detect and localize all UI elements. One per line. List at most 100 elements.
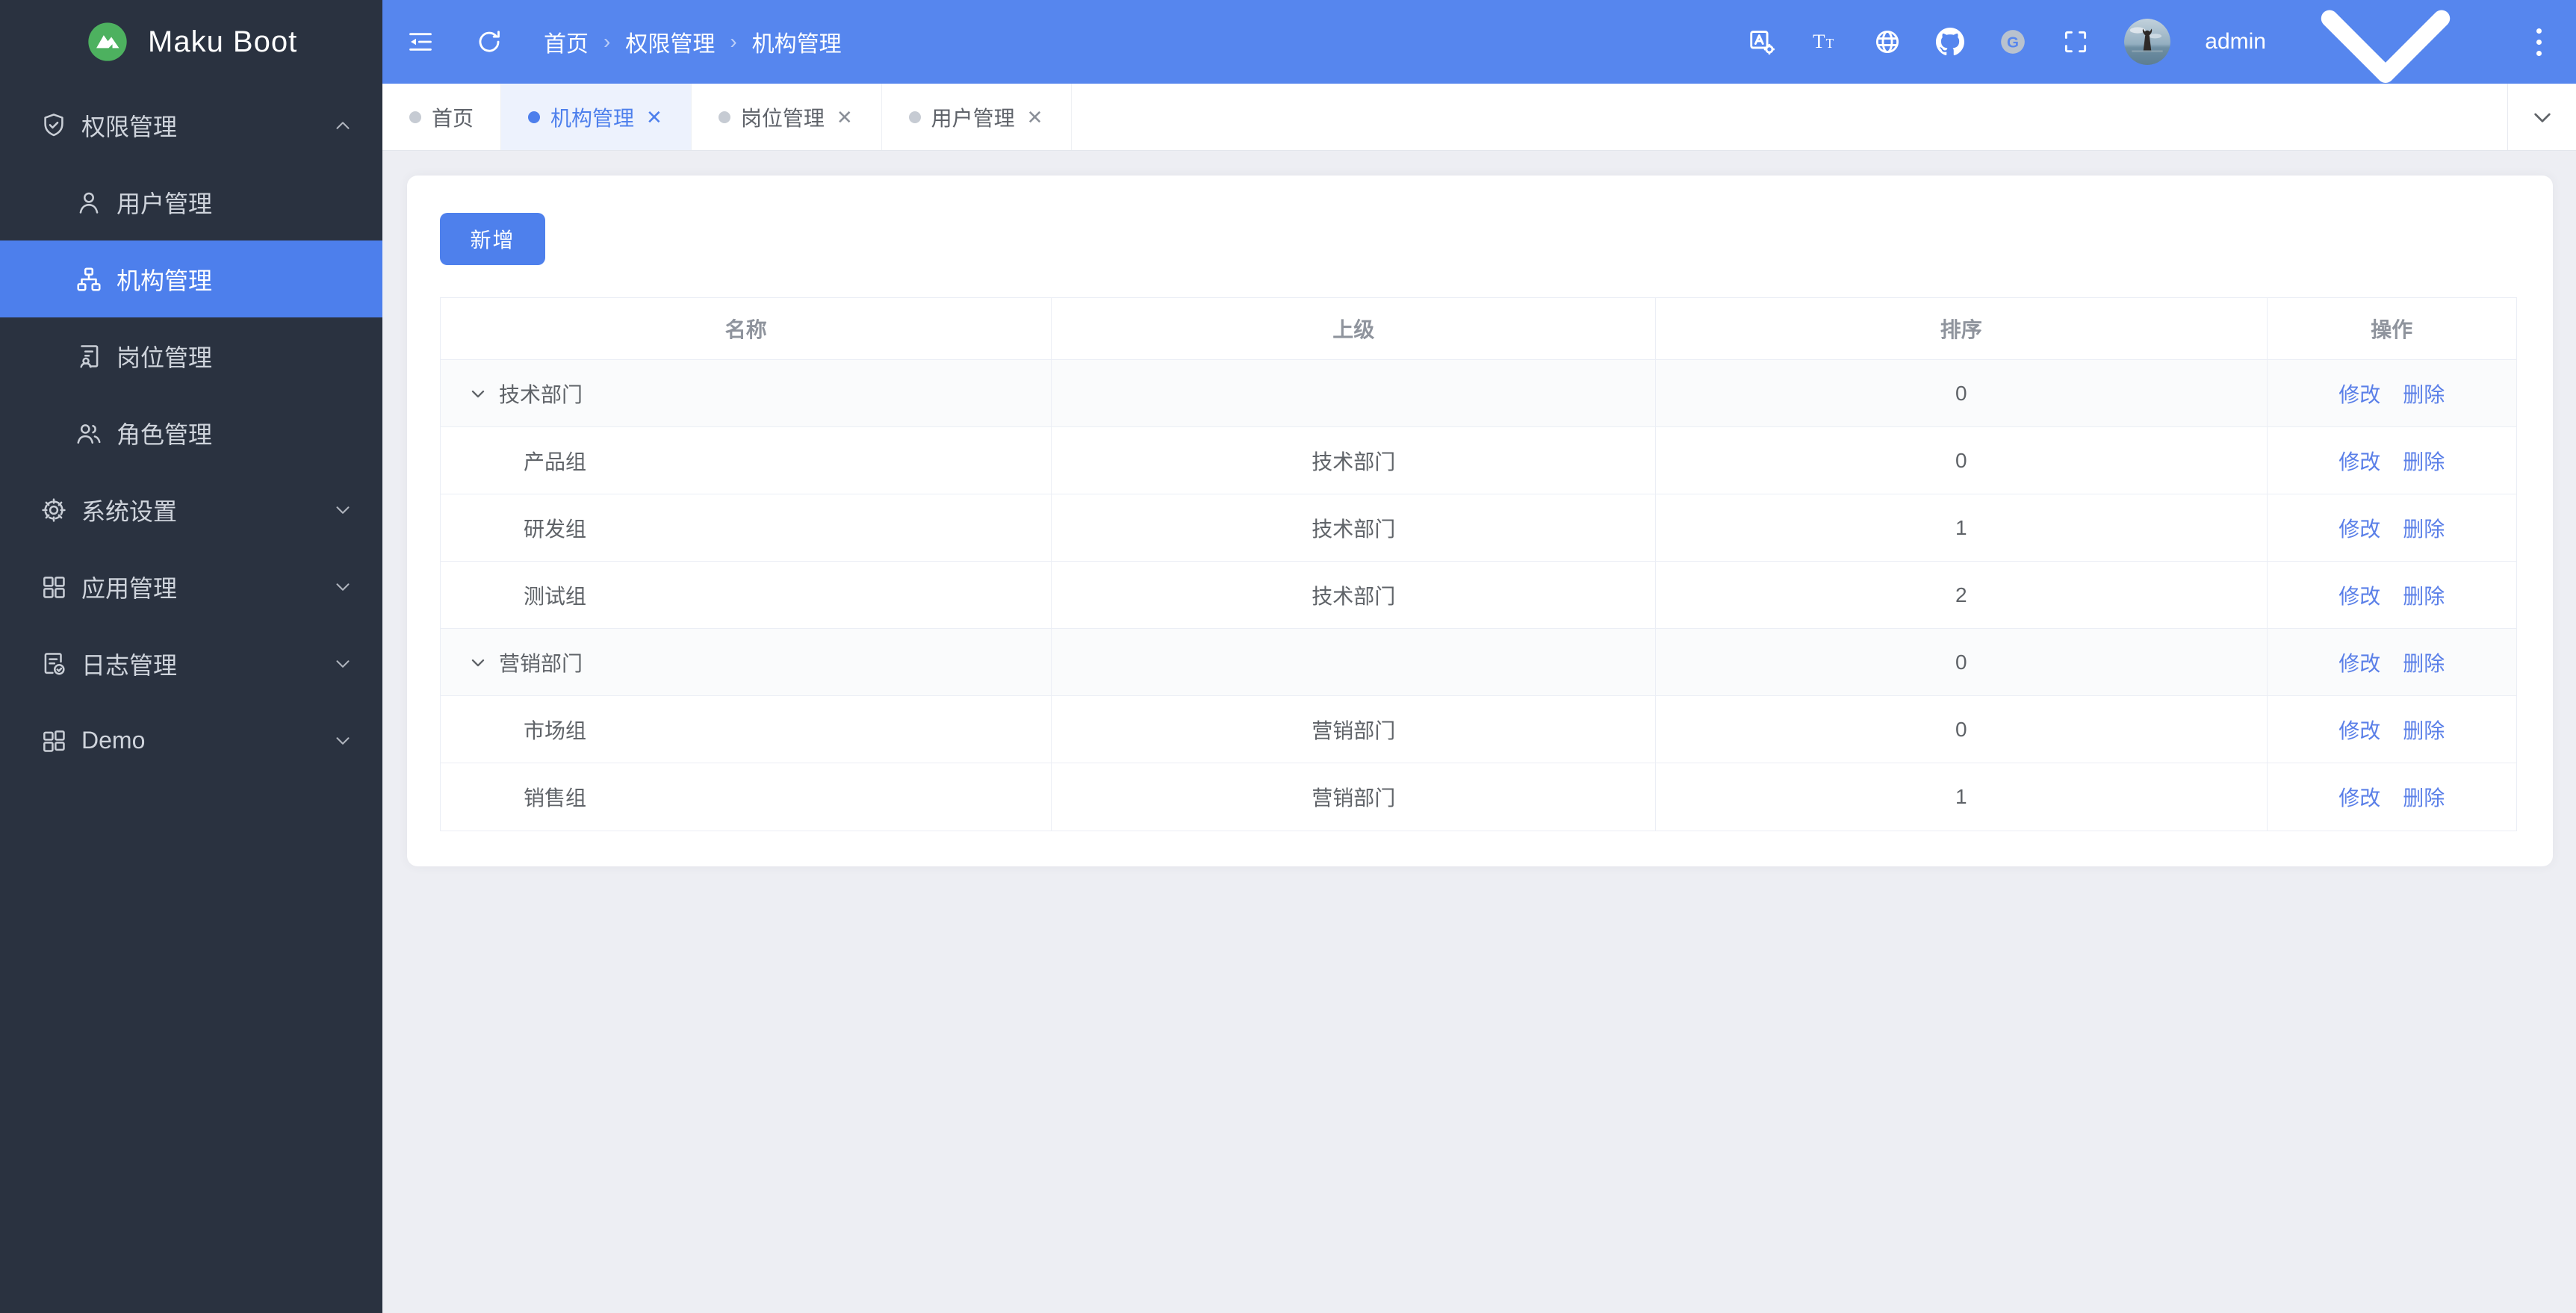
edit-link[interactable]: 修改 xyxy=(2338,446,2380,476)
sidebar-item-label: 用户管理 xyxy=(117,190,213,217)
tab-close-icon[interactable]: ✕ xyxy=(645,106,664,128)
sidebar-item-users[interactable]: 用户管理 xyxy=(0,164,382,240)
delete-link[interactable]: 删除 xyxy=(2403,715,2445,745)
sidebar-item-roles[interactable]: 角色管理 xyxy=(0,394,382,471)
tab-dot xyxy=(409,111,421,123)
breadcrumb-current: 机构管理 xyxy=(751,32,842,57)
tab-label: 首页 xyxy=(432,106,474,130)
sidebar-item-demo[interactable]: Demo xyxy=(0,702,382,779)
org-name: 技术部门 xyxy=(499,382,583,406)
sidebar-item-label: 系统设置 xyxy=(81,497,178,525)
edit-link[interactable]: 修改 xyxy=(2338,379,2380,409)
edit-link[interactable]: 修改 xyxy=(2338,513,2380,543)
org-parent xyxy=(1052,629,1657,696)
tab-orgs[interactable]: 机构管理 ✕ xyxy=(501,84,692,150)
org-parent: 技术部门 xyxy=(1052,427,1657,494)
delete-link[interactable]: 删除 xyxy=(2403,648,2445,677)
edit-link[interactable]: 修改 xyxy=(2338,580,2380,610)
delete-link[interactable]: 删除 xyxy=(2403,782,2445,812)
github-icon[interactable] xyxy=(1936,28,1965,56)
edit-link[interactable]: 修改 xyxy=(2338,648,2380,677)
delete-link[interactable]: 删除 xyxy=(2403,513,2445,543)
svg-text:T: T xyxy=(1826,36,1834,51)
main-column: 首页 › 权限管理 › 机构管理 T T G admin 首页 机构管理 ✕ 岗… xyxy=(382,0,2576,1313)
column-header-parent: 上级 xyxy=(1052,298,1657,360)
org-parent: 营销部门 xyxy=(1052,763,1657,831)
delete-link[interactable]: 删除 xyxy=(2403,446,2445,476)
table-row: 市场组 营销部门 0 修改 删除 xyxy=(441,696,2516,763)
font-size-icon[interactable]: T T xyxy=(1810,28,1839,56)
sidebar-item-system-settings[interactable]: 系统设置 xyxy=(0,471,382,548)
table-header-row: 名称 上级 排序 操作 xyxy=(441,298,2516,360)
sidebar-item-orgs[interactable]: 机构管理 xyxy=(0,240,382,317)
org-card: 新增 名称 上级 排序 操作 技术部门 0 修改 删除 产品组 技术部门 0 修… xyxy=(407,176,2553,866)
table-row: 产品组 技术部门 0 修改 删除 xyxy=(441,427,2516,494)
sidebar-item-apps[interactable]: 应用管理 xyxy=(0,548,382,625)
tab-home[interactable]: 首页 xyxy=(382,84,502,150)
svg-text:T: T xyxy=(1813,30,1825,52)
sidebar-item-permissions[interactable]: 权限管理 xyxy=(0,87,382,164)
chevron-down-icon xyxy=(336,659,350,668)
apps-grid-icon xyxy=(43,576,65,598)
tab-label: 用户管理 xyxy=(931,106,1015,130)
top-header: 首页 › 权限管理 › 机构管理 T T G admin xyxy=(382,0,2576,84)
org-sort: 0 xyxy=(1656,696,2268,763)
table-row: 销售组 营销部门 1 修改 删除 xyxy=(441,763,2516,831)
svg-text:G: G xyxy=(2007,34,2019,51)
tab-posts[interactable]: 岗位管理 ✕ xyxy=(692,84,882,150)
org-parent: 技术部门 xyxy=(1052,494,1657,562)
breadcrumb-separator: › xyxy=(603,30,611,53)
username: admin xyxy=(2205,29,2266,54)
org-parent: 营销部门 xyxy=(1052,696,1657,763)
add-button[interactable]: 新增 xyxy=(440,213,545,265)
tab-list-dropdown[interactable] xyxy=(2507,84,2576,150)
user-icon xyxy=(79,192,99,214)
content-area: 新增 名称 上级 排序 操作 技术部门 0 修改 删除 产品组 技术部门 0 修… xyxy=(382,151,2576,1313)
avatar[interactable] xyxy=(2124,19,2171,65)
delete-link[interactable]: 删除 xyxy=(2403,580,2445,610)
maku-logo-icon xyxy=(88,22,127,61)
org-name: 测试组 xyxy=(524,584,587,608)
demo-grid-icon xyxy=(43,730,65,752)
refresh-icon[interactable] xyxy=(475,28,503,56)
sidebar-item-label: 岗位管理 xyxy=(117,344,213,371)
row-expand-icon[interactable] xyxy=(468,383,488,404)
globe-icon[interactable] xyxy=(1873,28,1902,56)
app-logo[interactable]: Maku Boot xyxy=(0,0,382,84)
org-chart-icon xyxy=(77,267,101,291)
sidebar-item-label: Demo xyxy=(81,727,146,754)
edit-link[interactable]: 修改 xyxy=(2338,782,2380,812)
sidebar-item-posts[interactable]: 岗位管理 xyxy=(0,317,382,394)
delete-link[interactable]: 删除 xyxy=(2403,379,2445,409)
org-name: 市场组 xyxy=(524,718,587,742)
tab-dot xyxy=(528,111,541,123)
tab-label: 岗位管理 xyxy=(740,106,825,130)
row-expand-icon[interactable] xyxy=(468,652,488,673)
table-row: 研发组 技术部门 1 修改 删除 xyxy=(441,494,2516,562)
log-doc-icon xyxy=(44,652,65,675)
org-sort: 0 xyxy=(1656,360,2268,427)
tabbar-spacer xyxy=(1072,84,2507,150)
org-table: 名称 上级 排序 操作 技术部门 0 修改 删除 产品组 技术部门 0 修改 删… xyxy=(440,297,2517,831)
tab-close-icon[interactable]: ✕ xyxy=(835,106,854,128)
table-row: 测试组 技术部门 2 修改 删除 xyxy=(441,562,2516,629)
gitee-icon[interactable]: G xyxy=(1999,28,2027,56)
tab-dot xyxy=(718,111,730,123)
translate-icon[interactable] xyxy=(1748,28,1776,56)
org-sort: 1 xyxy=(1656,494,2268,562)
org-parent: 技术部门 xyxy=(1052,562,1657,629)
tab-close-icon[interactable]: ✕ xyxy=(1025,106,1045,128)
sidebar-item-label: 应用管理 xyxy=(81,574,178,602)
breadcrumb-home[interactable]: 首页 xyxy=(544,25,589,58)
sidebar-item-label: 日志管理 xyxy=(81,651,178,679)
sidebar-item-label: 权限管理 xyxy=(81,113,178,140)
more-menu-icon[interactable] xyxy=(2532,25,2546,59)
sidebar-fold-icon[interactable] xyxy=(406,28,435,56)
sidebar-item-logs[interactable]: 日志管理 xyxy=(0,625,382,702)
tab-users[interactable]: 用户管理 ✕ xyxy=(882,84,1073,150)
tab-dot xyxy=(908,111,921,123)
sidebar-menu: 权限管理 用户管理 机构管理 岗位管理 角色管理 系统设置 应用管理 日志管理 … xyxy=(0,84,382,779)
breadcrumb-permissions[interactable]: 权限管理 xyxy=(625,25,715,58)
edit-link[interactable]: 修改 xyxy=(2338,715,2380,745)
fullscreen-icon[interactable] xyxy=(2061,28,2090,56)
